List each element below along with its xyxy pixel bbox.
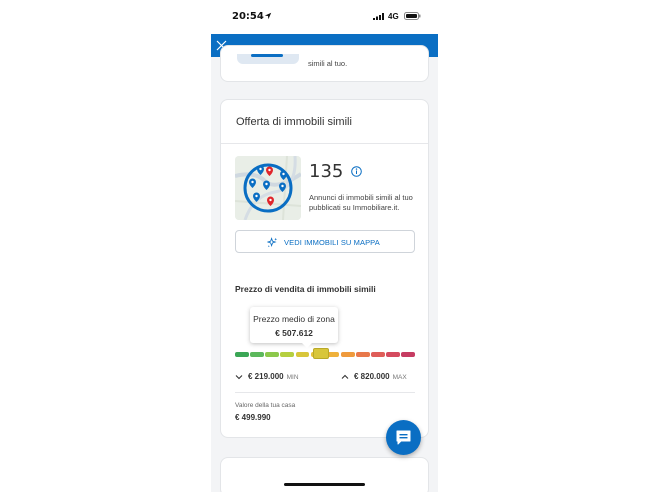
map-pins-icon (235, 156, 301, 220)
home-indicator (284, 483, 365, 486)
status-time: 20:54 (232, 11, 264, 22)
previous-card: simili al tuo. (220, 45, 429, 82)
map-illustration (235, 156, 301, 220)
gauge-segment (340, 352, 355, 357)
phone-screen: 20:54 4G simili al tuo. Offerta di immob… (211, 0, 438, 492)
gauge-segment (356, 352, 370, 357)
chat-icon (396, 430, 411, 445)
previous-card-text: simili al tuo. (308, 59, 348, 68)
gauge-segment (280, 352, 294, 357)
home-value-label: Valore della tua casa (235, 402, 296, 409)
price-divider (235, 392, 415, 393)
gauge-segment (265, 352, 279, 357)
average-price-marker (313, 348, 330, 359)
min-price: € 219.000 MIN (235, 372, 299, 381)
average-price-label: Prezzo medio di zona (253, 314, 335, 324)
price-section-title: Prezzo di vendita di immobili simili (235, 284, 376, 294)
battery-icon (404, 12, 421, 20)
gauge-segment (401, 352, 415, 357)
max-price-value: € 820.000 (354, 372, 390, 381)
view-on-map-label: VEDI IMMOBILI SU MAPPA (284, 238, 380, 247)
view-on-map-button[interactable]: VEDI IMMOBILI SU MAPPA (235, 230, 415, 253)
average-price-value: € 507.612 (275, 328, 313, 338)
sparkle-icon (267, 237, 278, 248)
average-price-tooltip: Prezzo medio di zona € 507.612 (250, 307, 338, 348)
location-arrow-icon (264, 12, 272, 20)
offer-card: Offerta di immobili simili 135 Annunci d… (220, 99, 429, 438)
tooltip-arrow (302, 343, 312, 348)
gauge-segment (371, 352, 385, 357)
gauge-segment (386, 352, 400, 357)
similar-count: 135 (309, 161, 344, 182)
card-divider (221, 143, 428, 144)
network-type: 4G (388, 12, 399, 21)
previous-card-illustration (237, 54, 299, 64)
gauge-segment (235, 352, 249, 357)
similar-description: Annunci di immobili simili al tuo pubbli… (309, 193, 413, 212)
chevron-down-icon (235, 375, 243, 380)
home-value: € 499.990 (235, 413, 271, 422)
chevron-up-icon (341, 374, 349, 379)
gauge-segment (295, 352, 310, 357)
min-price-value: € 219.000 (248, 372, 284, 381)
min-price-tag: MIN (286, 374, 299, 381)
offer-card-title: Offerta di immobili simili (236, 116, 352, 128)
price-gauge (235, 348, 415, 359)
info-icon[interactable] (351, 166, 362, 177)
status-bar: 20:54 4G (211, 0, 438, 34)
chat-button[interactable] (386, 420, 421, 455)
max-price: € 820.000 MAX (341, 372, 407, 381)
gauge-segment (250, 352, 264, 357)
max-price-tag: MAX (392, 374, 407, 381)
next-card (220, 457, 429, 492)
signal-icon (373, 13, 384, 20)
